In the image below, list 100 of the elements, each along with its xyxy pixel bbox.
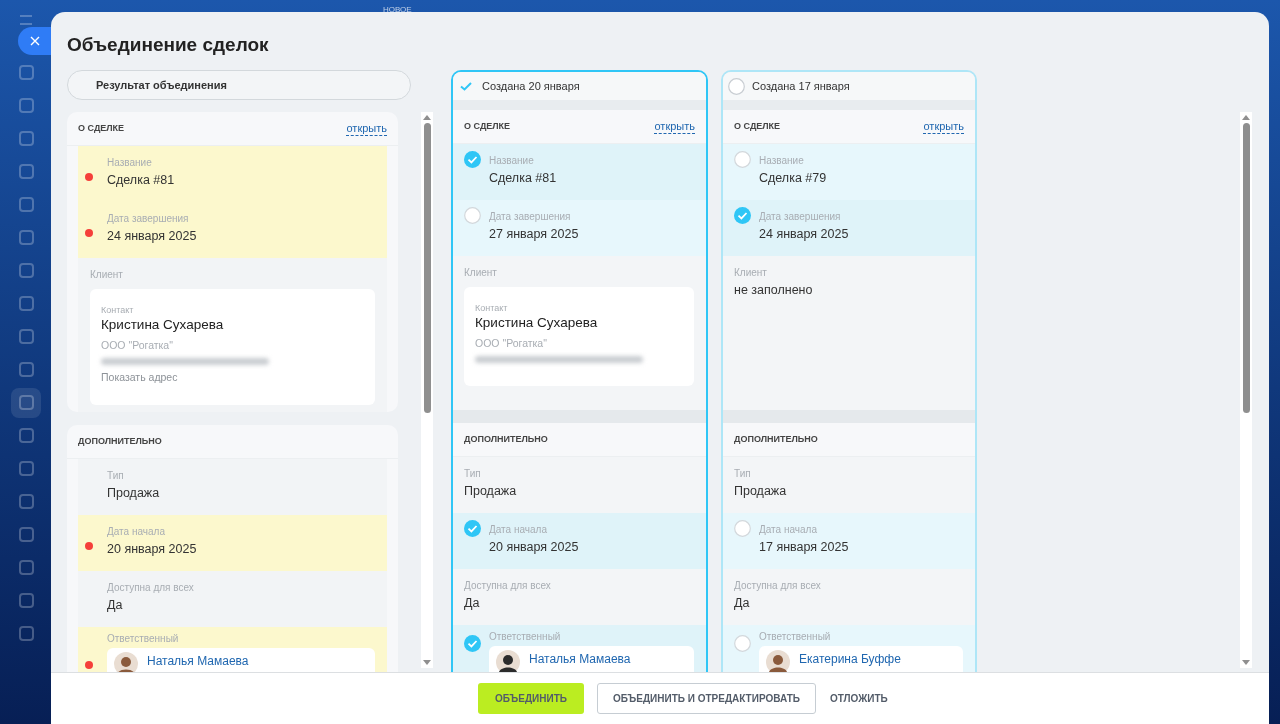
field-value: 24 января 2025: [759, 227, 850, 242]
checkbox[interactable]: [464, 207, 481, 224]
avatar-icon: [496, 650, 520, 672]
person-link[interactable]: Екатерина Буффе: [799, 651, 901, 667]
app-icon[interactable]: [19, 164, 34, 179]
app-icon[interactable]: [19, 263, 34, 278]
app-icon[interactable]: [19, 395, 34, 410]
scroll-down-arrow[interactable]: [423, 660, 431, 665]
field-label: Доступна для всех: [464, 580, 552, 592]
source-column[interactable]: [721, 70, 977, 672]
column-header: Создана 20 января: [482, 78, 580, 94]
field-label: Название: [759, 155, 805, 167]
field-value: не заполнено: [734, 283, 814, 298]
open-link[interactable]: открыть: [654, 119, 695, 134]
action-button[interactable]: ОТЛОЖИТЬ: [828, 683, 889, 714]
app-icon[interactable]: [19, 626, 34, 641]
field-value: Продажа: [464, 484, 518, 499]
field-value: 20 января 2025: [107, 542, 198, 557]
field-label: Клиент: [90, 269, 124, 281]
scrollbar[interactable]: [1240, 112, 1252, 668]
field-label: Дата начала: [759, 524, 818, 536]
field-label: Ответственный: [107, 633, 180, 645]
field-label: Дата завершения: [489, 211, 572, 223]
checkbox[interactable]: [734, 151, 751, 168]
app-icon[interactable]: [19, 65, 34, 80]
contact-caption: Контакт: [475, 303, 508, 314]
field-label: Клиент: [734, 267, 768, 279]
field-value: Да: [464, 596, 481, 611]
field-value: 24 января 2025: [107, 229, 198, 244]
field-value: Продажа: [107, 486, 161, 501]
field-value: Сделка #81: [489, 171, 558, 186]
field-label: Ответственный: [489, 631, 562, 643]
app-icon[interactable]: [19, 296, 34, 311]
field-label: Тип: [734, 468, 752, 480]
app-icon[interactable]: [19, 131, 34, 146]
company-name: ООО "Рогатка": [101, 339, 173, 352]
person-link[interactable]: Наталья Мамаева: [529, 651, 631, 667]
field-label: Доступна для всех: [107, 582, 195, 594]
app-icon[interactable]: [19, 362, 34, 377]
contact-caption: Контакт: [101, 305, 134, 316]
dialog-title: Объединение сделок: [67, 33, 270, 57]
section-title: ДОПОЛНИТЕЛЬНО: [734, 432, 818, 446]
sidebar-highlight: [11, 388, 41, 418]
section-title: О СДЕЛКЕ: [464, 119, 511, 133]
app-icon[interactable]: [19, 428, 34, 443]
action-button[interactable]: ОБЪЕДИНИТЬ: [478, 683, 584, 714]
field-label: Доступна для всех: [734, 580, 822, 592]
contact-name: Кристина Сухарева: [101, 316, 224, 333]
contact-name: Кристина Сухарева: [475, 314, 598, 331]
app-icon[interactable]: [19, 230, 34, 245]
close-button[interactable]: [18, 27, 52, 55]
section-title: О СДЕЛКЕ: [734, 119, 781, 133]
section-title: О СДЕЛКЕ: [78, 121, 125, 135]
open-link[interactable]: открыть: [346, 121, 387, 136]
close-icon: [30, 36, 40, 46]
app-icon[interactable]: [19, 461, 34, 476]
field-label: Название: [107, 157, 153, 169]
person-link[interactable]: Наталья Мамаева: [147, 653, 249, 669]
field-value: 17 января 2025: [759, 540, 850, 555]
app-icon[interactable]: [19, 98, 34, 113]
scrollbar[interactable]: [421, 112, 433, 668]
checkbox[interactable]: [734, 207, 751, 224]
section-title: ДОПОЛНИТЕЛЬНО: [464, 432, 548, 446]
checkbox[interactable]: [734, 635, 751, 652]
field-value: Да: [734, 596, 751, 611]
section-title: ДОПОЛНИТЕЛЬНО: [78, 434, 162, 448]
field-label: Название: [489, 155, 535, 167]
checkbox[interactable]: [464, 151, 481, 168]
menu-icon[interactable]: [20, 15, 32, 25]
scroll-thumb[interactable]: [423, 123, 431, 413]
app-icon[interactable]: [19, 494, 34, 509]
field-label: Дата завершения: [107, 213, 190, 225]
app-icon[interactable]: [19, 527, 34, 542]
field-value: Сделка #81: [107, 173, 176, 188]
field-label: Ответственный: [759, 631, 832, 643]
checkbox[interactable]: [464, 635, 481, 652]
open-link[interactable]: открыть: [923, 119, 964, 134]
top-label: НОВОЕ: [383, 4, 412, 16]
column-header: Результат объединения: [67, 70, 411, 100]
field-label: Дата завершения: [759, 211, 842, 223]
app-icon[interactable]: [19, 560, 34, 575]
field-label: Тип: [464, 468, 482, 480]
action-button[interactable]: ОБЪЕДИНИТЬ И ОТРЕДАКТИРОВАТЬ: [596, 683, 816, 714]
radio-button[interactable]: [728, 77, 745, 95]
show-address-link[interactable]: Показать адрес: [101, 371, 178, 384]
app-icon[interactable]: [19, 197, 34, 212]
scroll-down-arrow[interactable]: [1242, 660, 1250, 665]
checkbox[interactable]: [464, 520, 481, 537]
field-value: 20 января 2025: [489, 540, 580, 555]
checkbox[interactable]: [734, 520, 751, 537]
app-icon[interactable]: [19, 329, 34, 344]
company-name: ООО "Рогатка": [475, 337, 547, 350]
field-label: Клиент: [464, 267, 498, 279]
app-icon[interactable]: [19, 593, 34, 608]
source-column[interactable]: [451, 70, 708, 672]
field-label: Тип: [107, 470, 125, 482]
avatar-icon: [766, 650, 790, 672]
field-value: Да: [107, 598, 124, 613]
scroll-thumb[interactable]: [1242, 123, 1250, 413]
field-value: 27 января 2025: [489, 227, 580, 242]
